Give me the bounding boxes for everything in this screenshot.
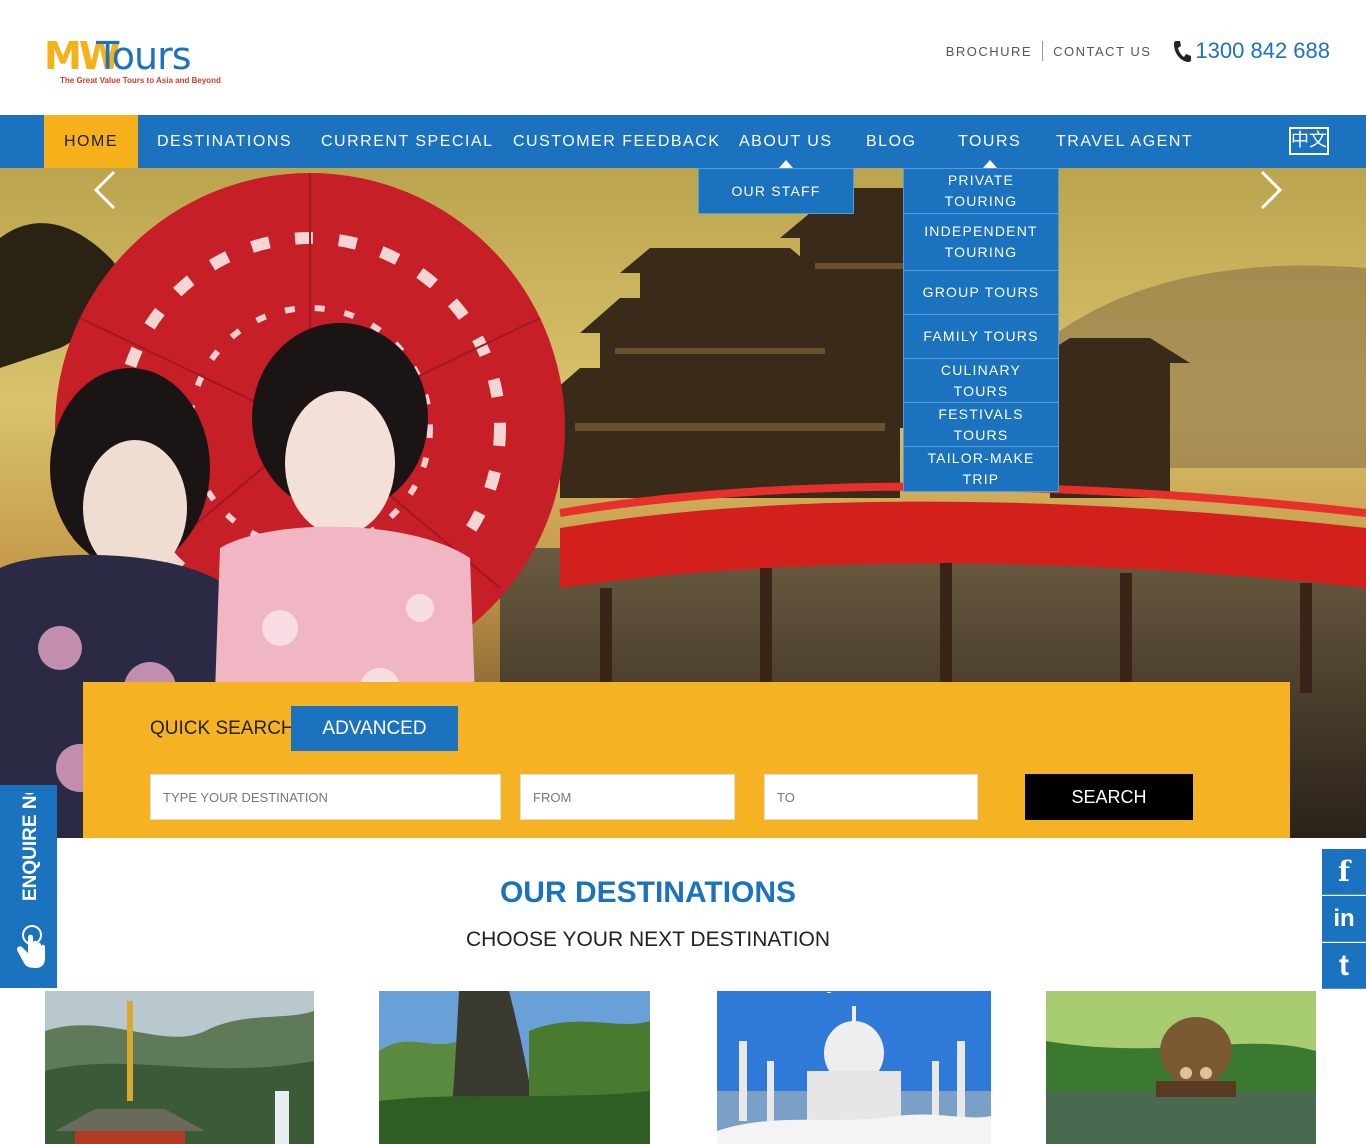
facebook-button[interactable]: f [1322, 849, 1366, 895]
nav-destinations[interactable]: DESTINATIONS [157, 115, 292, 168]
destination-input[interactable] [150, 774, 501, 820]
page: MW Tours The Great Value Tours to Asia a… [0, 0, 1366, 1144]
nav-about-us-label: ABOUT US [739, 133, 833, 150]
destination-image-backwaters [1046, 991, 1316, 1144]
logo-tagline: The Great Value Tours to Asia and Beyond [60, 76, 221, 85]
quick-search-panel: QUICK SEARCH ADVANCED SEARCH [83, 682, 1290, 838]
tours-caret-icon [982, 160, 997, 168]
destination-image-karst [379, 991, 650, 1144]
slider-next-arrow[interactable] [1256, 168, 1286, 212]
phone-text: 1300 842 688 [1195, 38, 1330, 63]
nav-home[interactable]: HOME [44, 115, 138, 168]
to-date-input[interactable] [764, 774, 978, 820]
twitter-button[interactable]: t [1322, 943, 1366, 989]
menu-item-family-tours[interactable]: FAMILY TOURS [904, 315, 1058, 359]
nav-current-special[interactable]: CURRENT SPECIAL [321, 115, 493, 168]
nav-customer-feedback[interactable]: CUSTOMER FEEDBACK [513, 115, 720, 168]
menu-item-festivals-tours[interactable]: FESTIVALS TOURS [904, 403, 1058, 447]
destination-card-japan[interactable] [45, 991, 314, 1144]
phone-number[interactable]: 1300 842 688 [1171, 38, 1330, 64]
phone-icon [1174, 41, 1192, 62]
nav-about-us[interactable]: ABOUT US [739, 115, 833, 168]
facebook-icon: f [1337, 855, 1351, 888]
linkedin-icon: in [1333, 904, 1355, 932]
menu-item-private-touring[interactable]: PRIVATE TOURING [904, 169, 1058, 214]
destination-image-pagoda [45, 991, 314, 1144]
quick-search-tab[interactable]: QUICK SEARCH [150, 718, 295, 740]
nav-travel-agent[interactable]: TRAVEL AGENT [1056, 115, 1193, 168]
slider-prev-arrow[interactable] [90, 168, 120, 212]
main-nav: HOME DESTINATIONS CURRENT SPECIAL CUSTOM… [0, 115, 1366, 168]
from-date-input[interactable] [520, 774, 735, 820]
logo-tours: Tours [96, 34, 192, 78]
menu-item-group-tours[interactable]: GROUP TOURS [904, 271, 1058, 315]
about-us-caret-icon [778, 160, 793, 168]
logo[interactable]: MW Tours The Great Value Tours to Asia a… [44, 34, 224, 90]
destination-image-taj-mahal [717, 991, 991, 1144]
destination-card-india[interactable] [717, 991, 991, 1144]
destinations-heading: OUR DESTINATIONS [499, 876, 797, 909]
contact-us-link[interactable]: CONTACT US [1043, 44, 1161, 59]
nav-tours[interactable]: TOURS [958, 115, 1021, 168]
twitter-icon: t [1339, 948, 1349, 982]
menu-item-our-staff[interactable]: OUR STAFF [699, 169, 853, 213]
menu-item-culinary-tours[interactable]: CULINARY TOURS [904, 359, 1058, 403]
search-button[interactable]: SEARCH [1025, 774, 1193, 820]
nav-tours-label: TOURS [958, 133, 1022, 150]
menu-item-independent-touring[interactable]: INDEPENDENT TOURING [904, 214, 1058, 271]
brochure-link[interactable]: BROCHURE [936, 44, 1042, 59]
about-us-dropdown: OUR STAFF [698, 168, 854, 214]
linkedin-button[interactable]: in [1322, 896, 1366, 942]
destinations-subheading: CHOOSE YOUR NEXT DESTINATION [465, 928, 831, 951]
destination-card-halong[interactable] [379, 991, 650, 1144]
nav-blog[interactable]: BLOG [866, 115, 916, 168]
tours-dropdown: PRIVATE TOURING INDEPENDENT TOURING GROU… [903, 168, 1059, 492]
language-switch[interactable]: 中文 [1289, 127, 1329, 155]
menu-item-tailor-make-trip[interactable]: TAILOR-MAKE TRIP [904, 447, 1058, 491]
destination-card-kerala[interactable] [1046, 991, 1316, 1144]
top-links: BROCHURE CONTACT US 1300 842 688 [936, 36, 1330, 66]
advanced-search-tab[interactable]: ADVANCED [291, 706, 458, 751]
